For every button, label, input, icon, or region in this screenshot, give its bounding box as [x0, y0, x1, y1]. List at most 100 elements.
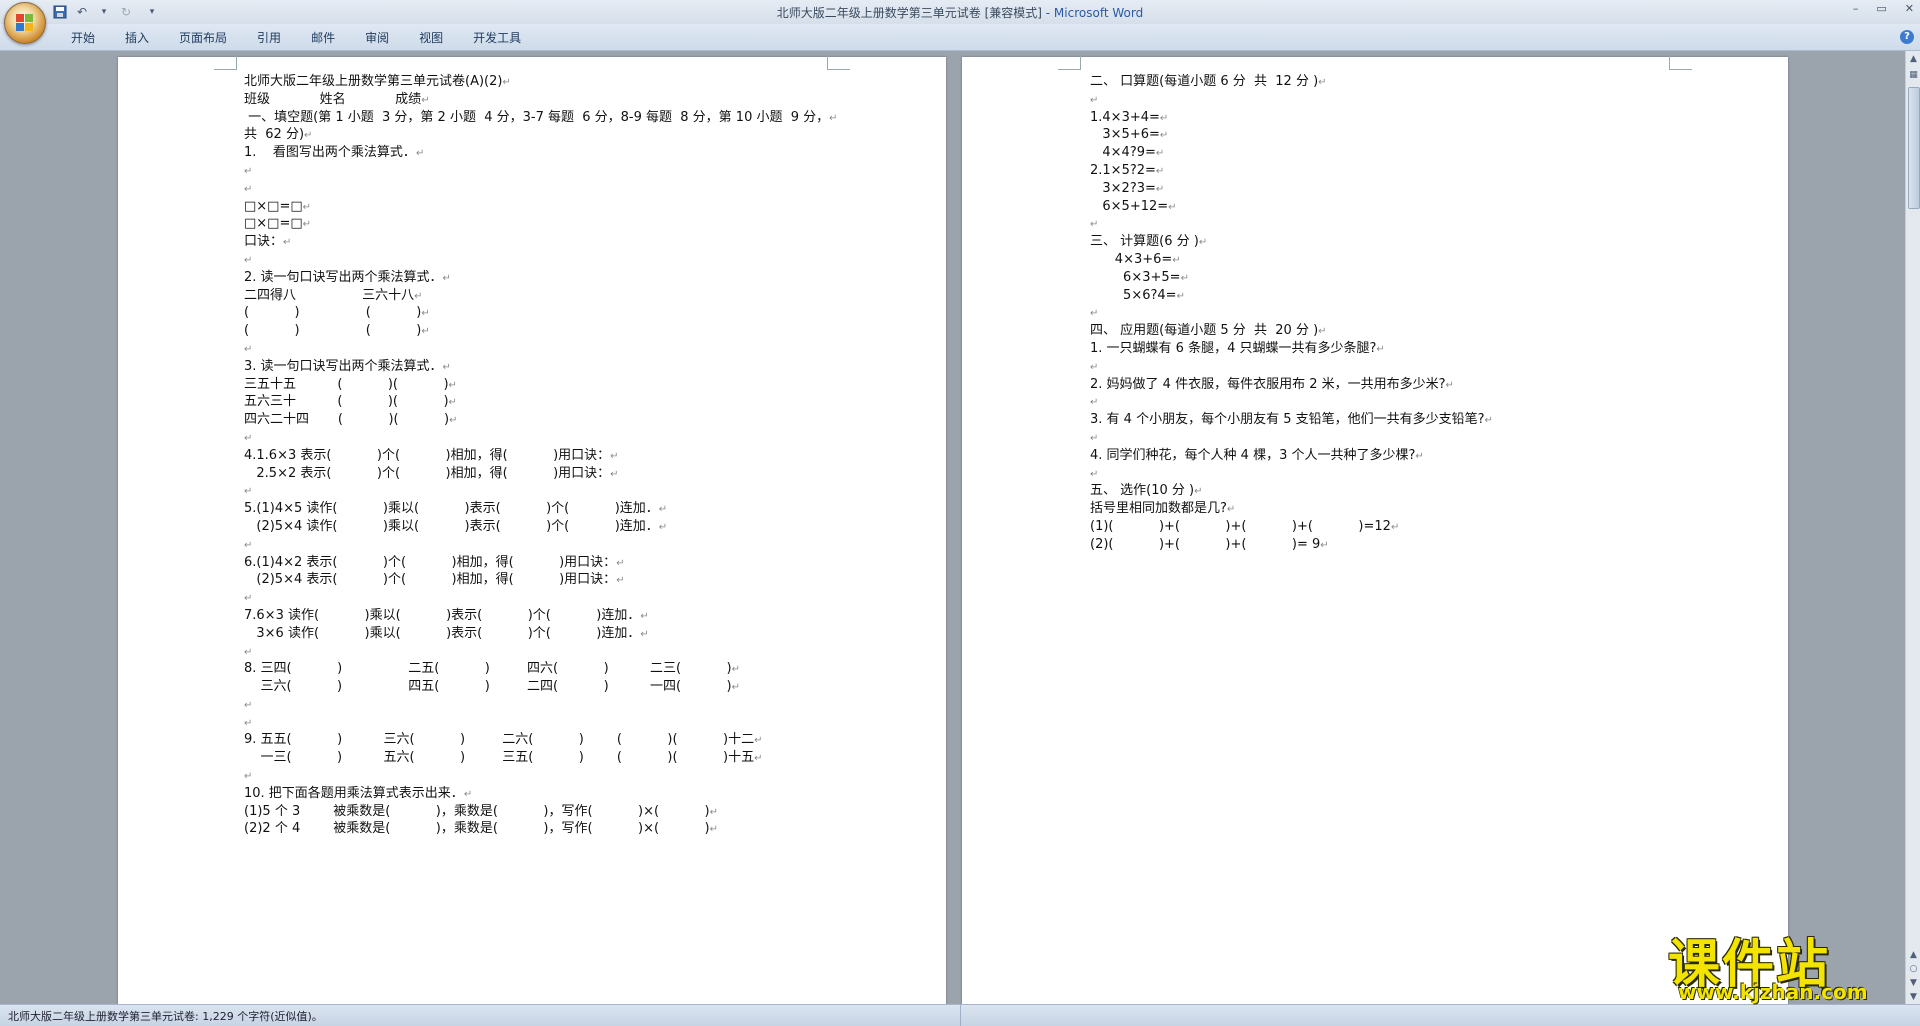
document-workspace[interactable]: 北师大版二年级上册数学第三单元试卷(A)(2)↵ 班级 姓名 成绩↵ 一、填空题(… [0, 51, 1905, 1004]
document-page-1[interactable]: 北师大版二年级上册数学第三单元试卷(A)(2)↵ 班级 姓名 成绩↵ 一、填空题(… [118, 55, 946, 1004]
document-line[interactable]: ↵ [1090, 358, 1493, 376]
document-line[interactable]: 2.5×2 表示( )个( )相加，得( )用口诀：↵ [244, 465, 838, 483]
customize-icon[interactable]: ▾ [144, 4, 160, 20]
tab-insert[interactable]: 插入 [110, 29, 164, 46]
save-icon[interactable] [52, 4, 68, 20]
document-line[interactable]: 1. 看图写出两个乘法算式．↵ [244, 144, 838, 162]
close-button[interactable]: ✕ [1905, 2, 1914, 15]
maximize-button[interactable]: ▭ [1876, 2, 1886, 15]
document-line[interactable]: 1. 一只蝴蝶有 6 条腿，4 只蝴蝶一共有多少条腿?↵ [1090, 340, 1493, 358]
document-line[interactable]: 6.(1)4×2 表示( )个( )相加，得( )用口诀：↵ [244, 554, 838, 572]
document-line[interactable]: ↵ [244, 251, 838, 269]
document-line[interactable]: ↵ [244, 536, 838, 554]
document-line[interactable]: 7.6×3 读作( )乘以( )表示( )个( )连加．↵ [244, 607, 838, 625]
redo-icon[interactable]: ↻ [118, 4, 134, 20]
document-line[interactable]: 4.1.6×3 表示( )个( )相加，得( )用口诀：↵ [244, 447, 838, 465]
minimize-button[interactable]: – [1853, 2, 1859, 15]
document-line[interactable]: 4×3+6=↵ [1090, 251, 1493, 269]
document-line[interactable]: 五、 选作(10 分 )↵ [1090, 482, 1493, 500]
document-line[interactable]: ↵ [1090, 429, 1493, 447]
document-line[interactable]: ↵ [244, 482, 838, 500]
undo-icon[interactable]: ↶ [74, 4, 90, 20]
document-line[interactable]: 6×5+12=↵ [1090, 198, 1493, 216]
document-line[interactable]: 三六( ) 四五( ) 二四( ) 一四( )↵ [244, 678, 838, 696]
document-line[interactable]: ↵ [1090, 91, 1493, 109]
document-line[interactable]: 一、填空题(第 1 小题 3 分，第 2 小题 4 分，3-7 每题 6 分，8… [244, 109, 837, 127]
document-line[interactable]: 6×3+5=↵ [1090, 269, 1493, 287]
document-line[interactable]: ↵ [244, 429, 838, 447]
document-line[interactable]: 2.1×5?2=↵ [1090, 162, 1493, 180]
document-line[interactable]: ↵ [1090, 393, 1493, 411]
ruler-toggle-icon[interactable]: ▦ [1907, 69, 1920, 82]
document-line[interactable]: 3×6 读作( )乘以( )表示( )个( )连加．↵ [244, 625, 838, 643]
document-line[interactable]: 五六三十 ( )( )↵ [244, 393, 838, 411]
document-line[interactable]: 一三( ) 五六( ) 三五( ) ( )( )十五↵ [244, 749, 838, 767]
document-line[interactable]: 班级 姓名 成绩↵ [244, 91, 838, 109]
document-line[interactable]: 三、 计算题(6 分 )↵ [1090, 233, 1493, 251]
document-line[interactable]: 3×5+6=↵ [1090, 126, 1493, 144]
tab-review[interactable]: 审阅 [350, 29, 404, 46]
document-line[interactable]: ( ) ( )↵ [244, 304, 838, 322]
document-line[interactable]: 二四得八 三六十八↵ [244, 287, 838, 305]
document-line[interactable]: 北师大版二年级上册数学第三单元试卷(A)(2)↵ [244, 73, 838, 91]
document-line[interactable]: 二、 口算题(每道小题 6 分 共 12 分 )↵ [1090, 73, 1493, 91]
document-line[interactable]: 三五十五 ( )( )↵ [244, 376, 838, 394]
document-line[interactable]: ↵ [244, 767, 838, 785]
vertical-scrollbar[interactable]: ▲ ▦ ▲ ○ ▼ ▼ [1905, 51, 1920, 1004]
scroll-thumb[interactable] [1908, 87, 1920, 209]
document-line[interactable]: ↵ [244, 696, 838, 714]
tab-mailings[interactable]: 邮件 [296, 29, 350, 46]
document-line[interactable]: 1.4×3+4=↵ [1090, 109, 1493, 127]
document-line[interactable]: ↵ [244, 340, 838, 358]
tab-home[interactable]: 开始 [56, 29, 110, 46]
document-line[interactable]: 3×2?3=↵ [1090, 180, 1493, 198]
document-line[interactable]: 2. 妈妈做了 4 件衣服，每件衣服用布 2 米，一共用布多少米?↵ [1090, 376, 1493, 394]
document-line[interactable]: 口诀：↵ [244, 233, 838, 251]
document-line[interactable]: (1)5 个 3 被乘数是( )，乘数是( )，写作( )×( )↵ [244, 803, 838, 821]
document-line[interactable]: 8. 三四( ) 二五( ) 四六( ) 二三( )↵ [244, 660, 838, 678]
tab-page-layout[interactable]: 页面布局 [164, 29, 242, 46]
document-line[interactable]: 3. 有 4 个小朋友，每个小朋友有 5 支铅笔，他们一共有多少支铅笔?↵ [1090, 411, 1493, 429]
document-line[interactable]: (1)( )+( )+( )+( )=12↵ [1090, 518, 1493, 536]
document-line[interactable]: 10. 把下面各题用乘法算式表示出来．↵ [244, 785, 838, 803]
document-line[interactable]: 5.(1)4×5 读作( )乘以( )表示( )个( )连加．↵ [244, 500, 838, 518]
help-icon[interactable]: ? [1900, 30, 1914, 44]
next-page-icon[interactable]: ▼ [1907, 977, 1920, 990]
document-line[interactable]: ↵ [244, 180, 838, 198]
document-line[interactable]: ↵ [1090, 215, 1493, 233]
document-line[interactable]: 4. 同学们种花，每个人种 4 棵，3 个人一共种了多少棵?↵ [1090, 447, 1493, 465]
document-line[interactable]: □×□=□↵ [244, 215, 838, 233]
browse-object-icon[interactable]: ○ [1907, 963, 1920, 976]
document-line[interactable]: 四六二十四 ( )( )↵ [244, 411, 838, 429]
prev-page-icon[interactable]: ▲ [1907, 949, 1920, 962]
tab-developer[interactable]: 开发工具 [458, 29, 536, 46]
document-line[interactable]: 5×6?4=↵ [1090, 287, 1493, 305]
document-line[interactable]: 3. 读一句口诀写出两个乘法算式．↵ [244, 358, 838, 376]
scroll-down-icon[interactable]: ▼ [1907, 991, 1920, 1004]
tab-view[interactable]: 视图 [404, 29, 458, 46]
scroll-up-icon[interactable]: ▲ [1907, 53, 1920, 66]
document-line[interactable]: (2)5×4 读作( )乘以( )表示( )个( )连加．↵ [244, 518, 838, 536]
undo-dropdown-icon[interactable]: ▾ [96, 4, 112, 20]
document-line[interactable]: 9. 五五( ) 三六( ) 二六( ) ( )( )十二↵ [244, 731, 838, 749]
document-line[interactable]: (2)2 个 4 被乘数是( )，乘数是( )，写作( )×( )↵ [244, 820, 838, 838]
document-line[interactable]: ↵ [244, 162, 838, 180]
office-button[interactable] [4, 2, 46, 44]
document-line[interactable]: ↵ [1090, 465, 1493, 483]
tab-references[interactable]: 引用 [242, 29, 296, 46]
document-line[interactable]: ↵ [244, 643, 838, 661]
page-2-text[interactable]: 二、 口算题(每道小题 6 分 共 12 分 )↵ ↵ 1.4×3+4=↵ 3×5+… [1090, 73, 1493, 554]
page-1-text[interactable]: 北师大版二年级上册数学第三单元试卷(A)(2)↵ 班级 姓名 成绩↵ 一、填空题(… [244, 73, 838, 838]
document-page-2[interactable]: 二、 口算题(每道小题 6 分 共 12 分 )↵ ↵ 1.4×3+4=↵ 3×5+… [962, 55, 1788, 1004]
document-line[interactable]: 共 62 分)↵ [244, 126, 838, 144]
document-line[interactable]: ↵ [244, 589, 838, 607]
document-line[interactable]: (2)5×4 表示( )个( )相加，得( )用口诀：↵ [244, 571, 838, 589]
document-line[interactable]: ( ) ( )↵ [244, 322, 838, 340]
document-line[interactable]: 括号里相同加数都是几?↵ [1090, 500, 1493, 518]
document-line[interactable]: 2. 读一句口诀写出两个乘法算式．↵ [244, 269, 838, 287]
document-line[interactable]: 4×4?9=↵ [1090, 144, 1493, 162]
document-line[interactable]: ↵ [244, 714, 838, 732]
document-line[interactable]: 四、 应用题(每道小题 5 分 共 20 分 )↵ [1090, 322, 1493, 340]
document-line[interactable]: (2)( )+( )+( )= 9↵ [1090, 536, 1493, 554]
document-line[interactable]: ↵ [1090, 304, 1493, 322]
